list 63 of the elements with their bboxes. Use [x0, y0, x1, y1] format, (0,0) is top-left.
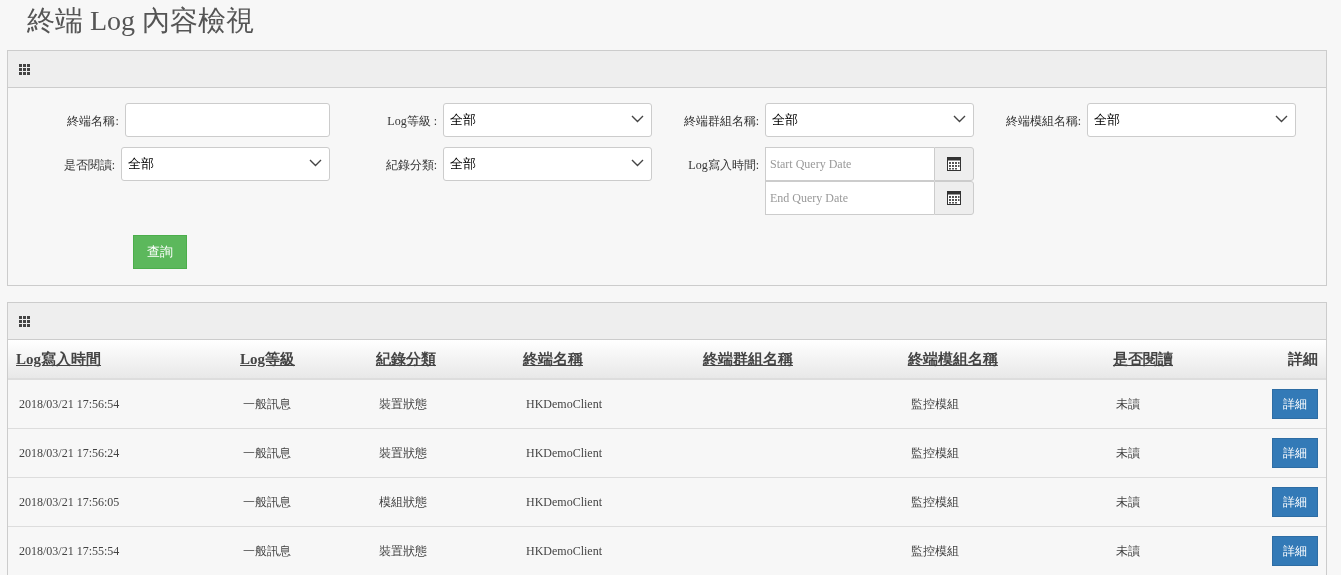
table-cell: HKDemoClient: [526, 396, 602, 411]
table-cell: 裝置狀態: [379, 445, 427, 460]
select-field[interactable]: 全部: [765, 103, 974, 137]
table-cell: 未讀: [1116, 396, 1140, 411]
table-cell: HKDemoClient: [526, 494, 602, 509]
calendar-icon: [947, 191, 961, 205]
table-cell: 監控模組: [911, 445, 959, 460]
text-field[interactable]: [124, 103, 330, 137]
table-cell: 一般訊息: [243, 445, 291, 460]
field-label: Log等級 :: [386, 113, 438, 130]
table-cell: 2018/03/21 17:55:54: [19, 543, 120, 558]
table-cell: 模組狀態: [379, 494, 427, 509]
detail-button[interactable]: 詳細: [1272, 437, 1318, 468]
table-cell: HKDemoClient: [526, 543, 602, 558]
chevron-down-icon: [631, 115, 644, 123]
select-field[interactable]: 全部: [443, 147, 652, 181]
field-label: 終端模組名稱:: [1004, 113, 1082, 130]
field-label: 紀錄分類:: [384, 157, 438, 174]
column-header-link[interactable]: 終端群組名稱: [703, 350, 793, 367]
detail-button[interactable]: 詳細: [1272, 535, 1318, 566]
date-field[interactable]: Start Query Date: [765, 147, 934, 181]
detail-button[interactable]: 詳細: [1272, 486, 1318, 517]
column-header-link[interactable]: Log等級: [240, 350, 295, 367]
table-cell: 一般訊息: [243, 543, 291, 558]
column-header-link[interactable]: Log寫入時間: [16, 350, 101, 367]
select-field[interactable]: 全部: [121, 147, 330, 181]
chevron-down-icon: [631, 159, 644, 167]
field-label: Log寫入時間:: [687, 157, 760, 174]
grid-icon: [19, 63, 30, 75]
table-cell: 裝置狀態: [379, 396, 427, 411]
column-header: 詳細: [1288, 350, 1318, 367]
detail-button[interactable]: 詳細: [1272, 388, 1318, 419]
table-cell: 2018/03/21 17:56:54: [19, 396, 120, 411]
calendar-button[interactable]: [934, 147, 974, 181]
column-header-link[interactable]: 終端名稱: [523, 350, 583, 367]
field-label: 終端群組名稱:: [682, 113, 760, 130]
table-cell: 監控模組: [911, 543, 959, 558]
table-cell: 未讀: [1116, 494, 1140, 509]
grid-icon: [19, 315, 30, 327]
table-cell: 監控模組: [911, 396, 959, 411]
calendar-button[interactable]: [934, 181, 974, 215]
table-cell: 未讀: [1116, 543, 1140, 558]
table-cell: 一般訊息: [243, 494, 291, 509]
column-header-link[interactable]: 紀錄分類: [376, 350, 436, 367]
table-cell: 2018/03/21 17:56:05: [19, 494, 120, 509]
chevron-down-icon: [309, 159, 322, 167]
select-field[interactable]: 全部: [1087, 103, 1296, 137]
field-label: 終端名稱:: [66, 113, 120, 130]
field-label: 是否閱讀:: [62, 157, 116, 174]
date-field[interactable]: End Query Date: [765, 181, 934, 215]
table-cell: 一般訊息: [243, 396, 291, 411]
table-cell: 2018/03/21 17:56:24: [19, 445, 120, 460]
page-title: 終端 Log 內容檢視: [26, 4, 256, 38]
table-cell: 未讀: [1116, 445, 1140, 460]
column-header-link[interactable]: 是否閱讀: [1113, 350, 1173, 367]
table-cell: HKDemoClient: [526, 445, 602, 460]
column-header-link[interactable]: 終端模組名稱: [908, 350, 998, 367]
select-field[interactable]: 全部: [443, 103, 652, 137]
table-cell: 裝置狀態: [379, 543, 427, 558]
chevron-down-icon: [1275, 115, 1288, 123]
chevron-down-icon: [953, 115, 966, 123]
table-cell: 監控模組: [911, 494, 959, 509]
calendar-icon: [947, 157, 961, 171]
